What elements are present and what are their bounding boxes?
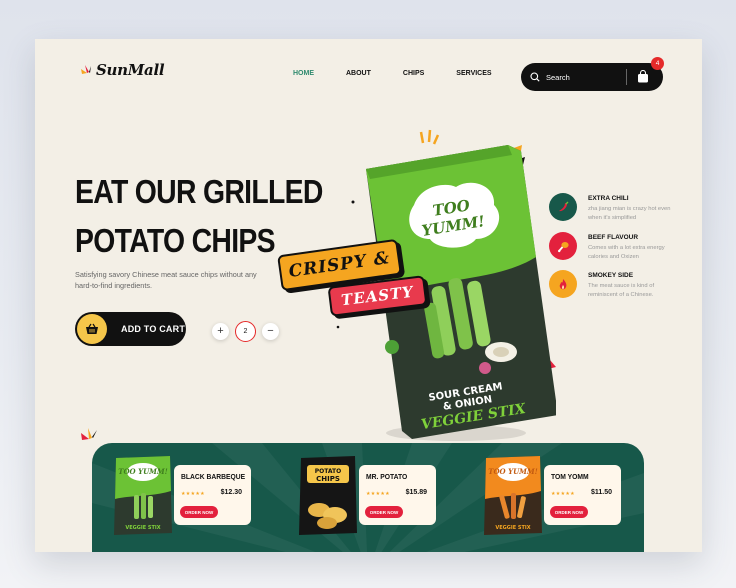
- svg-text:TOO YUMM!: TOO YUMM!: [118, 467, 168, 476]
- nav-about[interactable]: ABOUT: [346, 70, 371, 77]
- feature-extra-chili: EXTRA CHILI zha jiang mian is crazy hot …: [549, 193, 680, 222]
- feature-desc: The meat sauce is kind of reminiscent of…: [588, 283, 655, 298]
- decrement-button[interactable]: −: [262, 323, 279, 340]
- drumstick-icon: [549, 232, 577, 260]
- nav-chips[interactable]: CHIPS: [403, 70, 424, 77]
- hero-subtext: Satisfying savory Chinese meat sauce chi…: [75, 270, 257, 290]
- teasty-sticker-text: TEASTY: [340, 282, 415, 310]
- feature-title: EXTRA CHILI: [588, 195, 629, 202]
- search-icon: [530, 72, 540, 82]
- feature-smokey-side: SMOKEY SIDE The meat sauce is kind of re…: [549, 270, 680, 299]
- quantity-stepper: + 2 −: [212, 321, 279, 342]
- hero-headline: EAT OUR GRILLED POTATO CHIPS: [75, 168, 323, 266]
- crispy-sticker-text: CRISPY &: [287, 247, 392, 283]
- shopping-bag-icon[interactable]: [637, 70, 649, 83]
- feature-title: BEEF FLAVOUR: [588, 234, 639, 241]
- nav-home[interactable]: HOME: [293, 70, 314, 77]
- page-frame: SunMall HOME ABOUT CHIPS SERVICES Search…: [35, 39, 702, 552]
- chili-icon: [549, 193, 577, 221]
- svg-text:VEGGIE STIX: VEGGIE STIX: [125, 525, 160, 531]
- products-panel: TOO YUMM! VEGGIE STIX BLACK BARBEQUE ★★★…: [92, 443, 644, 552]
- product-pack-black: POTATO CHIPS: [299, 456, 357, 535]
- order-now-button[interactable]: ORDER NOW: [550, 506, 588, 518]
- product-name: BLACK BARBEQUE: [181, 472, 246, 481]
- search-input[interactable]: Search: [546, 73, 570, 82]
- product-card[interactable]: TOM YOMM ★★★★★ $11.50 ORDER NOW: [544, 465, 621, 525]
- rating-stars: ★★★★★: [181, 491, 205, 497]
- brand-name: SunMall: [96, 61, 165, 79]
- search-divider: [626, 69, 627, 85]
- product-price: $15.89: [405, 489, 427, 496]
- nav-services[interactable]: SERVICES: [456, 70, 491, 77]
- order-now-button[interactable]: ORDER NOW: [365, 506, 403, 518]
- order-now-button[interactable]: ORDER NOW: [180, 506, 218, 518]
- add-to-cart-button[interactable]: ADD TO CART: [75, 312, 186, 346]
- rating-stars: ★★★★★: [551, 491, 575, 497]
- product-pack-orange: TOO YUMM! VEGGIE STIX: [484, 456, 542, 535]
- product-pack-green: TOO YUMM! VEGGIE STIX: [114, 456, 172, 535]
- search-bar[interactable]: Search 4: [521, 57, 664, 91]
- add-to-cart-label: ADD TO CART: [121, 324, 186, 334]
- headline-line-1: EAT OUR GRILLED: [75, 173, 323, 210]
- quantity-value[interactable]: 2: [235, 321, 256, 342]
- svg-text:CHIPS: CHIPS: [316, 475, 340, 483]
- svg-text:POTATO: POTATO: [315, 468, 342, 475]
- cart-count-badge: 4: [651, 57, 664, 70]
- product-price: $11.50: [590, 489, 612, 496]
- svg-text:VEGGIE STIX: VEGGIE STIX: [495, 525, 530, 531]
- feature-title: SMOKEY SIDE: [588, 272, 634, 279]
- main-nav: HOME ABOUT CHIPS SERVICES: [293, 70, 524, 77]
- logo[interactable]: SunMall: [80, 61, 165, 79]
- feature-desc: Comes with a lot extra energy calories a…: [588, 245, 665, 260]
- product-name: MR. POTATO: [366, 472, 408, 481]
- feature-beef-flavour: BEEF FLAVOUR Comes with a lot extra ener…: [549, 232, 680, 261]
- increment-button[interactable]: +: [212, 323, 229, 340]
- sun-rays-icon: [81, 65, 91, 74]
- product-price: $12.30: [220, 489, 242, 496]
- flame-icon: [549, 270, 577, 298]
- product-card[interactable]: MR. POTATO ★★★★★ $15.89 ORDER NOW: [359, 465, 436, 525]
- basket-icon: [77, 314, 107, 344]
- product-name: TOM YOMM: [551, 472, 589, 481]
- product-card[interactable]: BLACK BARBEQUE ★★★★★ $12.30 ORDER NOW: [174, 465, 251, 525]
- feature-desc: zha jiang mian is crazy hot even when it…: [588, 206, 671, 221]
- headline-line-2: POTATO CHIPS: [75, 221, 276, 259]
- rating-stars: ★★★★★: [366, 491, 390, 497]
- svg-text:TOO YUMM!: TOO YUMM!: [488, 467, 538, 476]
